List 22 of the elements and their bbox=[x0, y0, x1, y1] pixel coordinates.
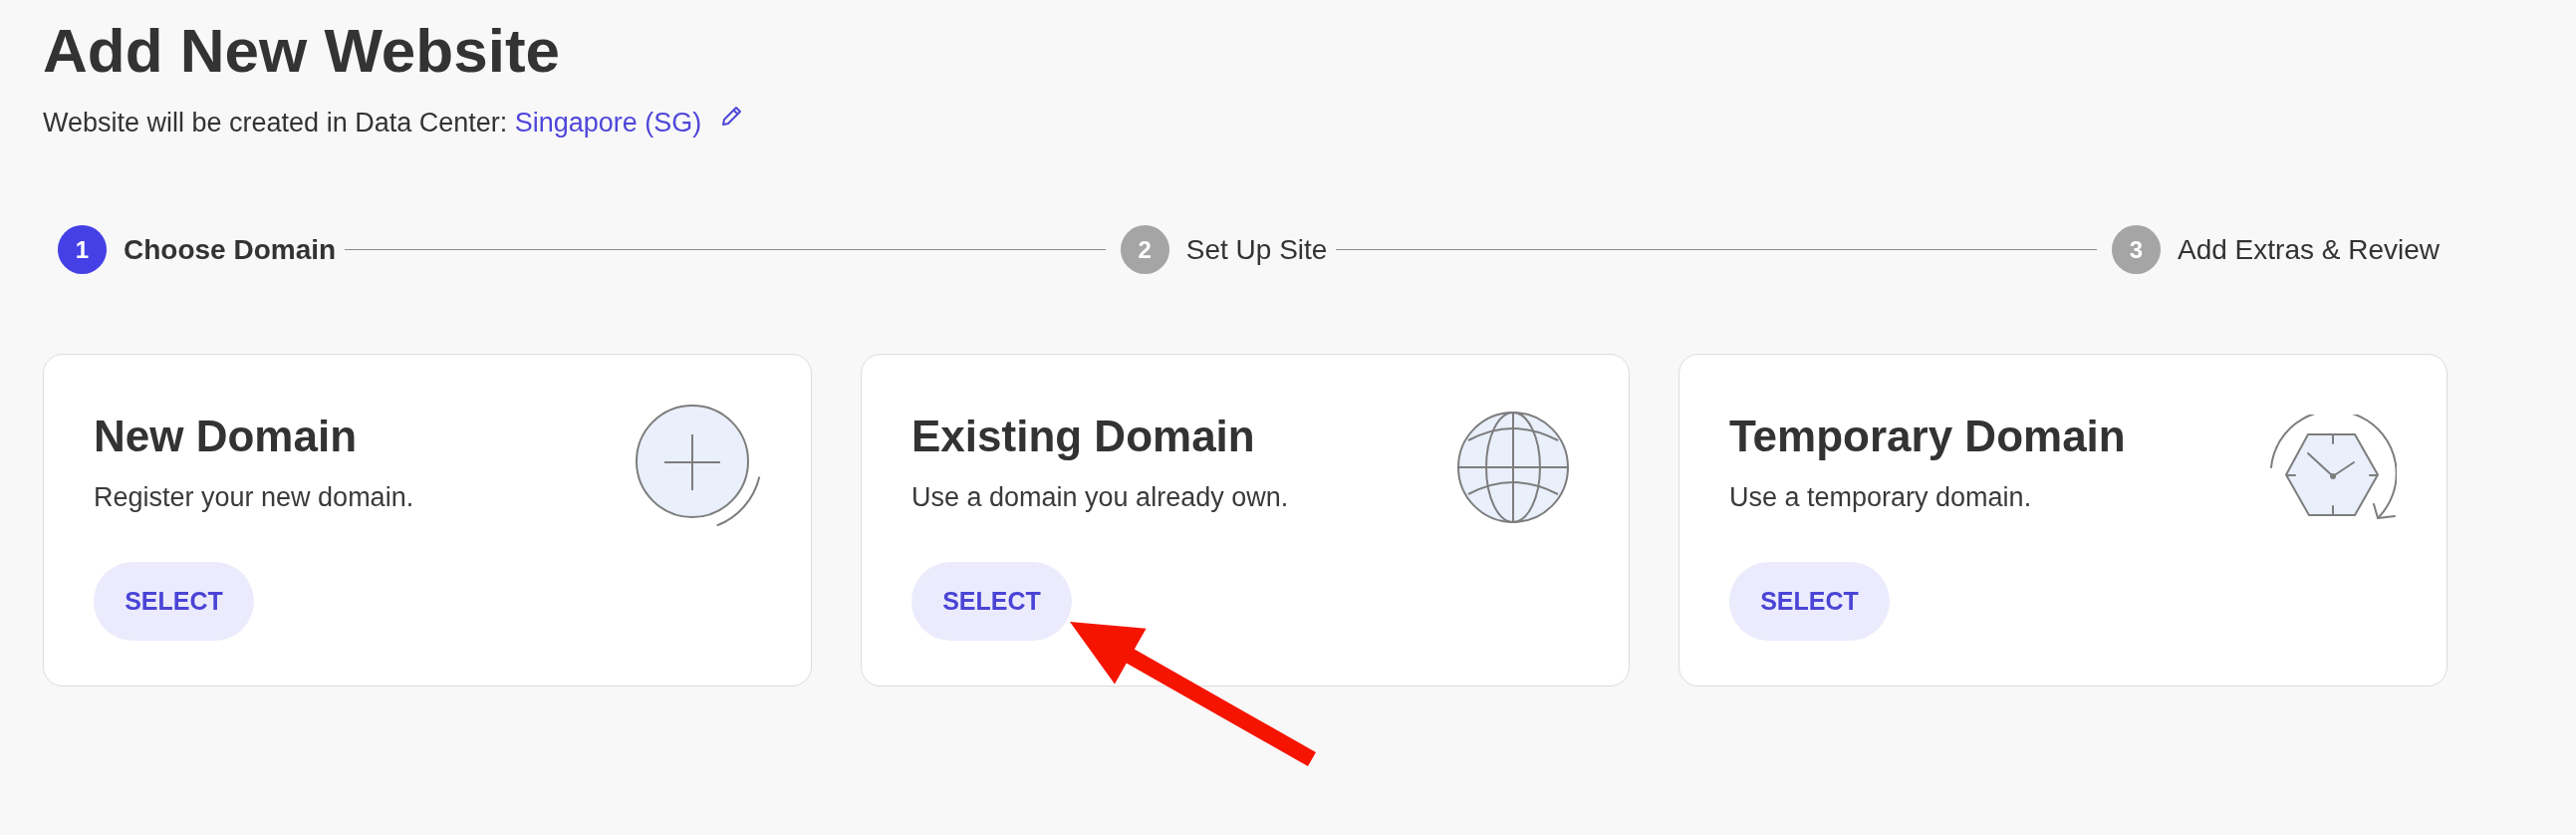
card-title: Existing Domain bbox=[911, 415, 1255, 458]
step-label: Add Extras & Review bbox=[2178, 232, 2440, 267]
page-title: Add New Website bbox=[43, 20, 561, 82]
card-title: Temporary Domain bbox=[1729, 415, 2126, 458]
select-button[interactable]: SELECT bbox=[911, 562, 1072, 642]
step-number: 1 bbox=[58, 225, 107, 274]
clock-icon bbox=[2269, 415, 2397, 522]
card-description: Register your new domain. bbox=[94, 481, 414, 514]
card-description: Use a temporary domain. bbox=[1729, 481, 2032, 514]
step-label: Set Up Site bbox=[1185, 232, 1328, 267]
select-button[interactable]: SELECT bbox=[94, 562, 254, 642]
card-title: New Domain bbox=[94, 415, 358, 458]
step-label: Choose Domain bbox=[124, 232, 337, 267]
step-number: 3 bbox=[2112, 225, 2161, 274]
card-description: Use a domain you already own. bbox=[911, 481, 1289, 514]
pencil-icon[interactable] bbox=[721, 105, 744, 127]
step-number: 2 bbox=[1120, 225, 1169, 274]
globe-icon bbox=[1455, 411, 1571, 524]
data-center-text: Website will be created in Data Center: Singapore (SG) bbox=[43, 106, 702, 139]
select-button[interactable]: SELECT bbox=[1729, 562, 1890, 642]
data-center-link[interactable]: Singapore (SG) bbox=[514, 107, 702, 138]
plus-circle-icon bbox=[636, 405, 761, 526]
